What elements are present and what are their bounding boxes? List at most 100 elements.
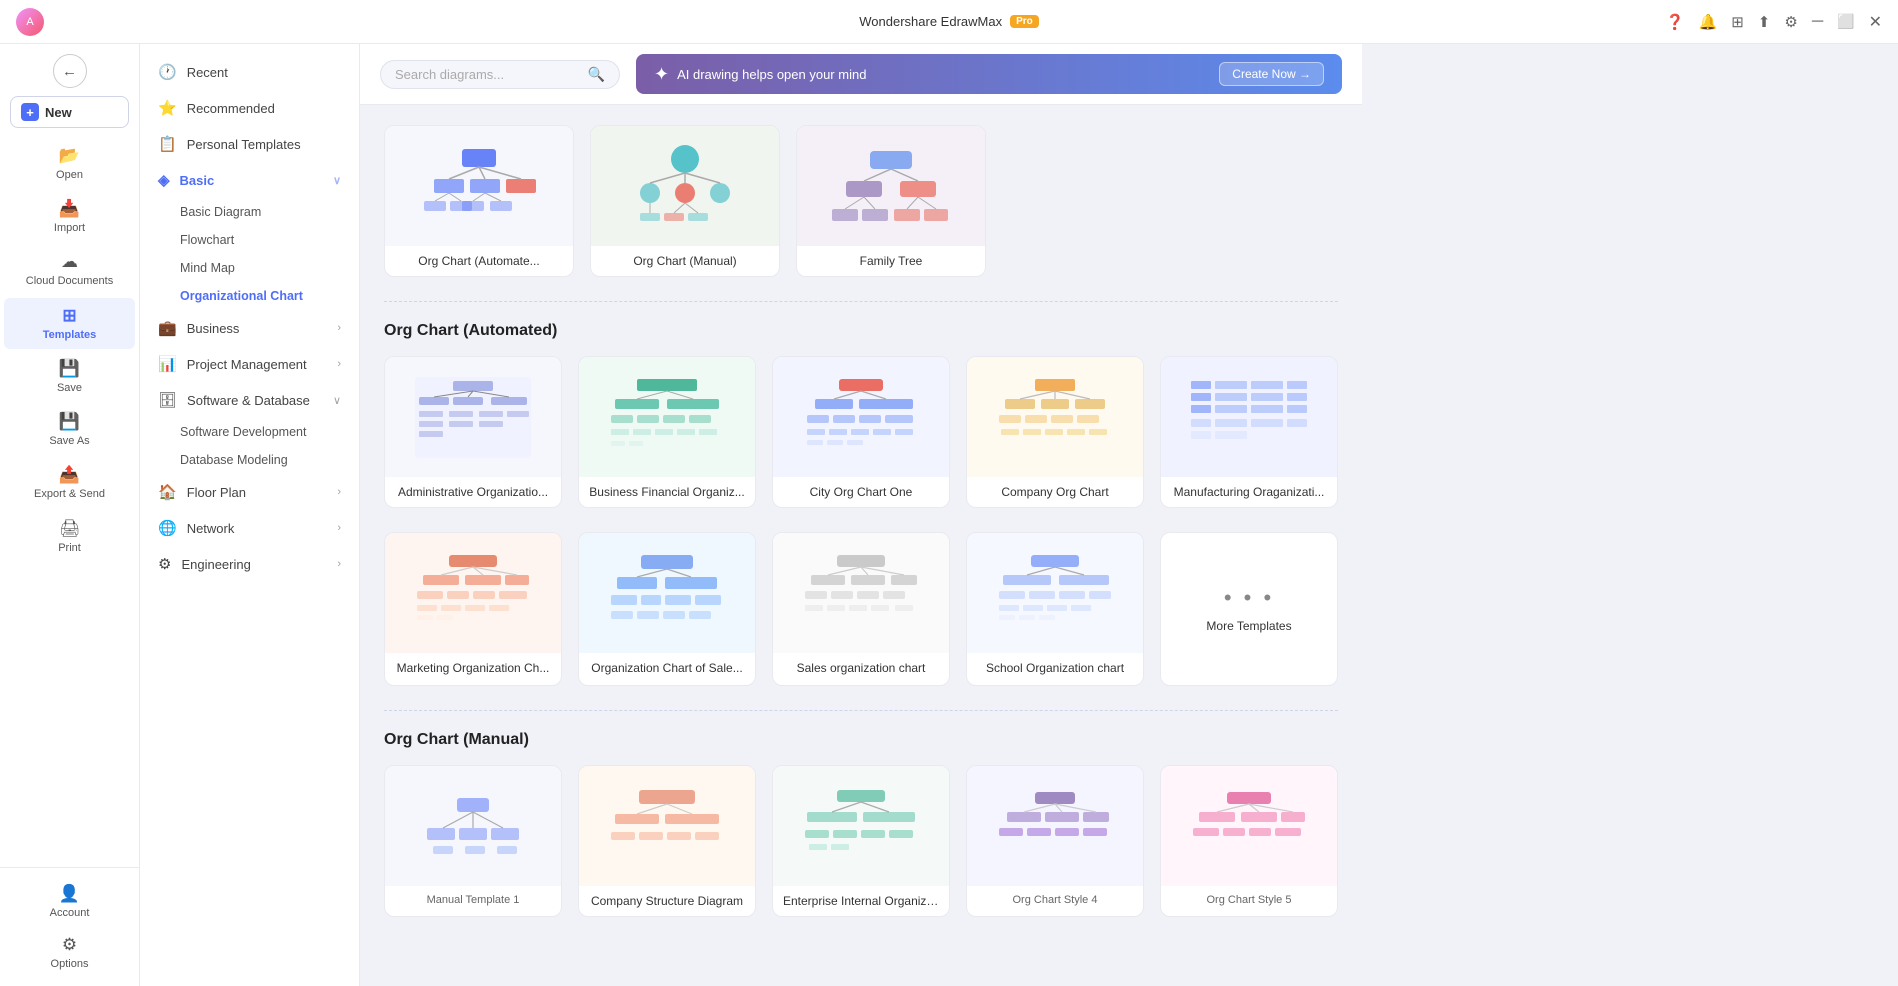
personal-icon: 📋 — [158, 135, 177, 153]
maximize-btn[interactable]: ⬜ — [1837, 13, 1854, 30]
top-card-org-auto[interactable]: Org Chart (Automate... — [384, 125, 574, 277]
business-icon: 💼 — [158, 319, 177, 337]
top-card-org-manual[interactable]: Org Chart (Manual) — [590, 125, 780, 277]
manual-card-4[interactable]: Org Chart Style 4 — [966, 765, 1144, 917]
card-school-org-label: School Organization chart — [967, 653, 1143, 683]
minimize-btn[interactable]: ─ — [1812, 13, 1823, 31]
nav-sub-mind-map[interactable]: Mind Map — [170, 254, 359, 282]
top-card-org-auto-label: Org Chart (Automate... — [385, 246, 573, 276]
admin-org-preview — [385, 357, 561, 477]
nav-sub-org-chart[interactable]: Organizational Chart — [170, 282, 359, 310]
nav-item-business[interactable]: 💼 Business › — [140, 310, 359, 346]
org-auto-preview — [385, 126, 573, 246]
ai-banner[interactable]: ✦ AI drawing helps open your mind Create… — [636, 54, 1342, 94]
manual-1-preview — [385, 766, 561, 886]
manual-card-4-label: Org Chart Style 4 — [967, 886, 1143, 914]
nav-item-software[interactable]: 🗄 Software & Database ∨ — [140, 382, 359, 418]
sidebar-item-account[interactable]: 👤 Account — [4, 876, 135, 927]
card-mkt-org-label: Marketing Organization Ch... — [385, 653, 561, 683]
school-org-preview — [967, 533, 1143, 653]
sidebar-item-cloud[interactable]: ☁ Cloud Documents — [4, 244, 135, 296]
nav-item-recent[interactable]: 🕐 Recent — [140, 54, 359, 90]
sidebar-item-open[interactable]: 📂 Open — [4, 138, 135, 189]
new-plus-icon: + — [21, 103, 39, 121]
card-mkt-org[interactable]: Marketing Organization Ch... — [384, 532, 562, 686]
nav-sub-basic-diagram[interactable]: Basic Diagram — [170, 198, 359, 226]
nav-item-engineering[interactable]: ⚙ Engineering › — [140, 546, 359, 582]
card-mfg-org-label: Manufacturing Oraganizati... — [1161, 477, 1337, 507]
recent-icon: 🕐 — [158, 63, 177, 81]
nav-item-project[interactable]: 📊 Project Management › — [140, 346, 359, 382]
sidebar-item-import[interactable]: 📥 Import — [4, 191, 135, 242]
apps-icon[interactable]: ⊞ — [1731, 13, 1744, 31]
mkt-org-preview — [385, 533, 561, 653]
nav-item-personal[interactable]: 📋 Personal Templates — [140, 126, 359, 162]
card-sales-chart-org[interactable]: Organization Chart of Sale... — [578, 532, 756, 686]
card-city-org[interactable]: City Org Chart One — [772, 356, 950, 508]
content-area: Org Chart (Automate... — [360, 105, 1362, 986]
nav-item-basic[interactable]: ◈ Basic ∨ — [140, 162, 359, 198]
sidebar-item-print[interactable]: 🖨 Print — [4, 511, 135, 562]
nav-item-network[interactable]: 🌐 Network › — [140, 510, 359, 546]
manual-4-preview — [967, 766, 1143, 886]
bell-icon[interactable]: 🔔 — [1699, 13, 1718, 31]
sidebar-item-save[interactable]: 💾 Save — [4, 351, 135, 402]
more-templates-label: More Templates — [1206, 619, 1291, 633]
manual-card-2-label: Company Structure Diagram — [579, 886, 755, 916]
main-content: 🔍 ✦ AI drawing helps open your mind Crea… — [360, 44, 1362, 986]
card-more-templates[interactable]: • • • More Templates — [1160, 532, 1338, 686]
nav-sub-flowchart[interactable]: Flowchart — [170, 226, 359, 254]
card-biz-fin-org[interactable]: Business Financial Organiz... — [578, 356, 756, 508]
sales-chart-preview — [579, 533, 755, 653]
upload-icon[interactable]: ⬆ — [1758, 13, 1771, 31]
nav-sub-db-modeling[interactable]: Database Modeling — [170, 446, 359, 474]
avatar: A — [16, 8, 44, 36]
card-admin-org[interactable]: Administrative Organizatio... — [384, 356, 562, 508]
manual-section-title: Org Chart (Manual) — [384, 731, 1338, 749]
manual-card-3[interactable]: Enterprise Internal Organization — [772, 765, 950, 917]
sidebar-item-options[interactable]: ⚙ Options — [4, 927, 135, 978]
card-school-org[interactable]: School Organization chart — [966, 532, 1144, 686]
top-card-family-tree[interactable]: Family Tree — [796, 125, 986, 277]
nav-item-recommended[interactable]: ⭐ Recommended — [140, 90, 359, 126]
sidebar-item-export[interactable]: 📤 Export & Send — [4, 457, 135, 509]
manual-card-1-label: Manual Template 1 — [385, 886, 561, 914]
software-icon: 🗄 — [158, 391, 177, 409]
sidebar-item-saveas[interactable]: 💾 Save As — [4, 404, 135, 455]
manual-card-5-label: Org Chart Style 5 — [1161, 886, 1337, 914]
floor-plan-icon: 🏠 — [158, 483, 177, 501]
manual-card-1[interactable]: Manual Template 1 — [384, 765, 562, 917]
sidebar-item-new[interactable]: + New — [10, 96, 129, 128]
nav-item-floor-plan[interactable]: 🏠 Floor Plan › — [140, 474, 359, 510]
card-admin-org-label: Administrative Organizatio... — [385, 477, 561, 507]
manual-card-5[interactable]: Org Chart Style 5 — [1160, 765, 1338, 917]
recommended-icon: ⭐ — [158, 99, 177, 117]
basic-submenu: Basic Diagram Flowchart Mind Map Organiz… — [140, 198, 359, 310]
back-button[interactable]: ← — [53, 54, 87, 88]
search-input[interactable] — [395, 67, 580, 82]
manual-5-preview — [1161, 766, 1337, 886]
city-org-preview — [773, 357, 949, 477]
card-biz-fin-label: Business Financial Organiz... — [579, 477, 755, 507]
help-icon[interactable]: ❓ — [1666, 13, 1685, 31]
close-btn[interactable]: ✕ — [1869, 12, 1882, 32]
card-mfg-org[interactable]: Manufacturing Oraganizati... — [1160, 356, 1338, 508]
search-icon: 🔍 — [588, 66, 605, 83]
more-dots-icon: • • • — [1224, 585, 1274, 611]
automated-section-title: Org Chart (Automated) — [384, 322, 1338, 340]
app-title: Wondershare EdrawMax Pro — [859, 14, 1039, 29]
ai-icon: ✦ — [654, 64, 669, 85]
card-sales-org-label: Sales organization chart — [773, 653, 949, 683]
basic-chevron: ∨ — [333, 174, 341, 187]
network-chevron: › — [337, 522, 341, 534]
create-now-button[interactable]: Create Now → — [1219, 62, 1324, 86]
card-sales-chart-label: Organization Chart of Sale... — [579, 653, 755, 683]
search-input-wrap[interactable]: 🔍 — [380, 60, 620, 89]
manual-card-2[interactable]: Company Structure Diagram — [578, 765, 756, 917]
card-company-org[interactable]: Company Org Chart — [966, 356, 1144, 508]
sidebar-item-templates[interactable]: ⊞ Templates — [4, 298, 135, 349]
settings-icon[interactable]: ⚙ — [1784, 13, 1797, 31]
engineering-chevron: › — [337, 558, 341, 570]
nav-sub-software-dev[interactable]: Software Development — [170, 418, 359, 446]
card-sales-org[interactable]: Sales organization chart — [772, 532, 950, 686]
